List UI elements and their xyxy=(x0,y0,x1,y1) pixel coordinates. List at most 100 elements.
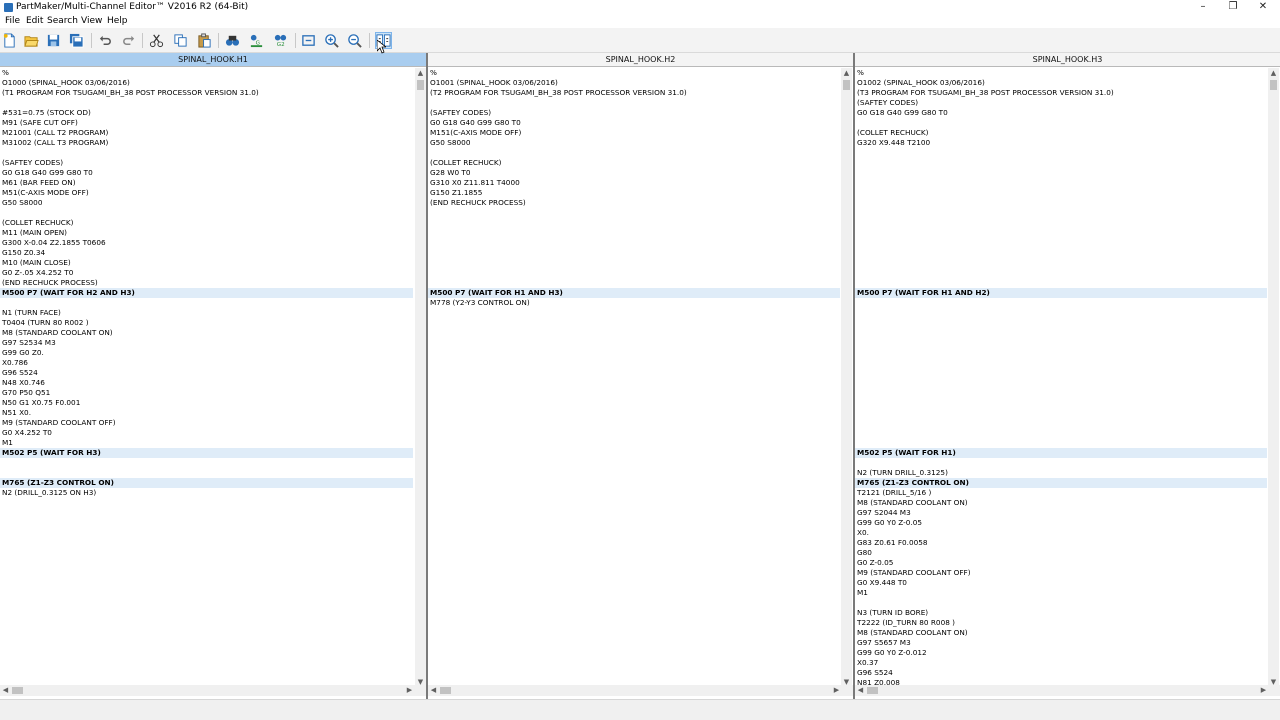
code-line[interactable]: M8 (STANDARD COOLANT ON) xyxy=(0,328,413,338)
code-line[interactable]: (COLLET RECHUCK) xyxy=(0,218,413,228)
code-line[interactable] xyxy=(855,428,1267,438)
scroll-up-icon[interactable]: ▲ xyxy=(1268,68,1279,79)
code-line[interactable]: N48 X0.746 xyxy=(0,378,413,388)
scroll-up-icon[interactable]: ▲ xyxy=(841,68,852,79)
code-line[interactable] xyxy=(428,228,840,238)
save-icon[interactable] xyxy=(45,32,62,49)
zoom-out-icon[interactable] xyxy=(346,32,363,49)
code-line[interactable]: M1 xyxy=(0,438,413,448)
code-line[interactable]: M8 (STANDARD COOLANT ON) xyxy=(855,628,1267,638)
paste-icon[interactable] xyxy=(196,32,213,49)
code-line[interactable]: T2222 (ID_TURN 80 R008 ) xyxy=(855,618,1267,628)
code-line[interactable]: X0.786 xyxy=(0,358,413,368)
code-line[interactable] xyxy=(0,208,413,218)
code-line[interactable] xyxy=(428,98,840,108)
code-line[interactable]: (SAFTEY CODES) xyxy=(0,158,413,168)
code-line[interactable] xyxy=(855,378,1267,388)
maximize-button[interactable]: ❐ xyxy=(1218,0,1248,15)
code-line[interactable]: G97 S2534 M3 xyxy=(0,338,413,348)
code-line[interactable] xyxy=(428,148,840,158)
code-line[interactable] xyxy=(855,398,1267,408)
code-line[interactable]: #531=0.75 (STOCK OD) xyxy=(0,108,413,118)
code-line[interactable]: G96 S524 xyxy=(855,668,1267,678)
menu-help[interactable]: Help xyxy=(107,15,128,28)
scroll-up-icon[interactable]: ▲ xyxy=(415,68,426,79)
code-line[interactable]: G50 S8000 xyxy=(428,138,840,148)
code-line[interactable] xyxy=(855,118,1267,128)
scroll-thumb[interactable] xyxy=(867,687,878,694)
code-line[interactable] xyxy=(855,178,1267,188)
horizontal-scrollbar-h2[interactable]: ◀ ▶ xyxy=(428,685,853,696)
scroll-thumb[interactable] xyxy=(440,687,451,694)
code-line[interactable] xyxy=(855,598,1267,608)
menu-file[interactable]: File xyxy=(5,15,20,28)
vertical-scrollbar-h2[interactable]: ▲ ▼ xyxy=(841,68,852,688)
code-line[interactable]: T0404 (TURN 80 R002 ) xyxy=(0,318,413,328)
code-line[interactable] xyxy=(428,248,840,258)
code-line[interactable]: N2 (TURN DRILL_0.3125) xyxy=(855,468,1267,478)
code-line[interactable] xyxy=(855,248,1267,258)
scroll-left-icon[interactable]: ◀ xyxy=(855,685,866,696)
code-line[interactable] xyxy=(0,468,413,478)
code-line[interactable] xyxy=(855,318,1267,328)
code-line[interactable] xyxy=(855,168,1267,178)
scroll-left-icon[interactable]: ◀ xyxy=(428,685,439,696)
code-line[interactable] xyxy=(855,348,1267,358)
code-line[interactable] xyxy=(0,98,413,108)
copy-icon[interactable] xyxy=(172,32,189,49)
code-line[interactable]: % xyxy=(0,68,413,78)
code-line[interactable]: G150 Z0.34 xyxy=(0,248,413,258)
code-line[interactable]: (T3 PROGRAM FOR TSUGAMI_BH_38 POST PROCE… xyxy=(855,88,1267,98)
code-line[interactable] xyxy=(855,408,1267,418)
code-line[interactable]: G96 S524 xyxy=(0,368,413,378)
editor-pane-h2[interactable]: SPINAL_HOOK.H2 % O1001 (SPINAL_HOOK 03/06… xyxy=(428,53,853,699)
code-line[interactable]: (T2 PROGRAM FOR TSUGAMI_BH_38 POST PROCE… xyxy=(428,88,840,98)
horizontal-scrollbar-h3[interactable]: ◀ ▶ xyxy=(855,685,1280,696)
code-line[interactable]: G310 X0 Z11.811 T4000 xyxy=(428,178,840,188)
code-line[interactable]: T2121 (DRILL_5/16 ) xyxy=(855,488,1267,498)
code-line[interactable] xyxy=(855,418,1267,428)
find-channel-icon[interactable]: G2 xyxy=(272,32,289,49)
find-icon[interactable] xyxy=(224,32,241,49)
code-area-h1[interactable]: % O1000 (SPINAL_HOOK 03/06/2016) (T1 PROGR… xyxy=(0,68,413,498)
code-line[interactable]: G83 Z0.61 F0.0058 xyxy=(855,538,1267,548)
scroll-thumb[interactable] xyxy=(12,687,23,694)
code-line[interactable] xyxy=(855,148,1267,158)
open-folder-icon[interactable] xyxy=(23,32,40,49)
code-line[interactable]: G50 S8000 xyxy=(0,198,413,208)
sync-code-line[interactable]: M500 P7 (WAIT FOR H1 AND H2) xyxy=(855,288,1267,298)
code-line[interactable]: G99 G0 Y0 Z-0.012 xyxy=(855,648,1267,658)
code-line[interactable]: M61 (BAR FEED ON) xyxy=(0,178,413,188)
code-line[interactable]: G0 G18 G40 G99 G80 T0 xyxy=(428,118,840,128)
code-line[interactable]: (COLLET RECHUCK) xyxy=(855,128,1267,138)
code-line[interactable] xyxy=(855,458,1267,468)
code-line[interactable]: G0 X4.252 T0 xyxy=(0,428,413,438)
code-line[interactable] xyxy=(855,198,1267,208)
code-line[interactable] xyxy=(855,238,1267,248)
code-line[interactable]: M151(C-AXIS MODE OFF) xyxy=(428,128,840,138)
close-button[interactable]: ✕ xyxy=(1248,0,1278,15)
code-line[interactable]: M91 (SAFE CUT OFF) xyxy=(0,118,413,128)
code-line[interactable]: M1 xyxy=(855,588,1267,598)
sync-code-line[interactable]: M500 P7 (WAIT FOR H1 AND H3) xyxy=(428,288,840,298)
code-line[interactable] xyxy=(428,258,840,268)
code-line[interactable]: M10 (MAIN CLOSE) xyxy=(0,258,413,268)
code-line[interactable]: N1 (TURN FACE) xyxy=(0,308,413,318)
code-line[interactable] xyxy=(855,208,1267,218)
code-line[interactable]: (END RECHUCK PROCESS) xyxy=(0,278,413,288)
find-sync-icon[interactable]: G xyxy=(248,32,265,49)
code-area-h2[interactable]: % O1001 (SPINAL_HOOK 03/06/2016) (T2 PROGR… xyxy=(428,68,840,308)
code-line[interactable] xyxy=(0,458,413,468)
code-line[interactable] xyxy=(855,218,1267,228)
code-line[interactable]: (SAFTEY CODES) xyxy=(428,108,840,118)
menu-search[interactable]: Search xyxy=(47,15,78,28)
sync-code-line[interactable]: M765 (Z1-Z3 CONTROL ON) xyxy=(855,478,1267,488)
code-line[interactable]: (SAFTEY CODES) xyxy=(855,98,1267,108)
code-line[interactable]: M21001 (CALL T2 PROGRAM) xyxy=(0,128,413,138)
code-line[interactable] xyxy=(855,308,1267,318)
code-line[interactable] xyxy=(428,218,840,228)
minimize-button[interactable]: – xyxy=(1188,0,1218,15)
sync-code-line[interactable]: M502 P5 (WAIT FOR H3) xyxy=(0,448,413,458)
zoom-in-icon[interactable] xyxy=(323,32,340,49)
code-line[interactable]: G0 X9.448 T0 xyxy=(855,578,1267,588)
